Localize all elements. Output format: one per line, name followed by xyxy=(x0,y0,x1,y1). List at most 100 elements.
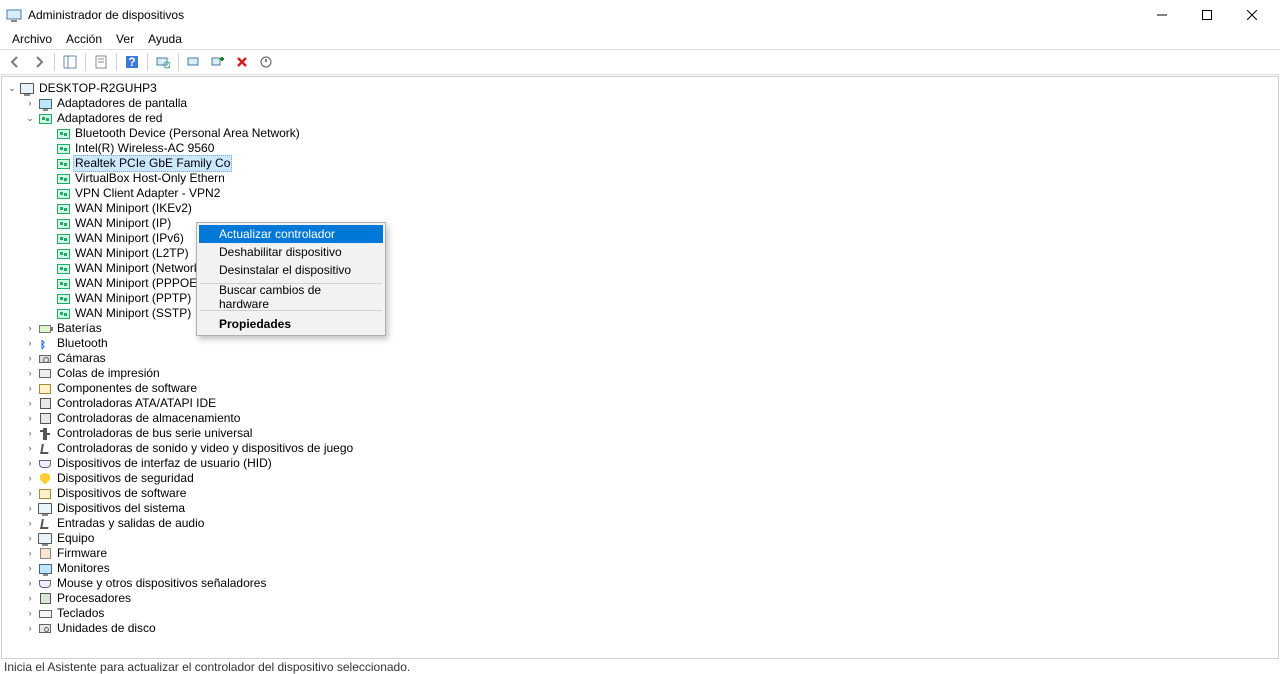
category-ata[interactable]: ›Controladoras ATA/ATAPI IDE xyxy=(2,396,1278,411)
update-driver-button[interactable] xyxy=(182,51,206,73)
expand-icon[interactable]: › xyxy=(24,458,36,470)
context-properties[interactable]: Propiedades xyxy=(199,315,383,333)
context-uninstall-device[interactable]: Desinstalar el dispositivo xyxy=(199,261,383,279)
expand-icon[interactable]: › xyxy=(24,578,36,590)
network-icon xyxy=(55,142,71,156)
usb-icon xyxy=(37,427,53,441)
uninstall-button[interactable] xyxy=(206,51,230,73)
device-vbox[interactable]: VirtualBox Host-Only Ethern xyxy=(2,171,1278,186)
device-wan-ip[interactable]: WAN Miniport (IP) xyxy=(2,216,1278,231)
show-hide-tree-button[interactable] xyxy=(58,51,82,73)
category-computer[interactable]: ›Equipo xyxy=(2,531,1278,546)
maximize-button[interactable] xyxy=(1184,0,1229,29)
category-security[interactable]: ›Dispositivos de seguridad xyxy=(2,471,1278,486)
context-update-driver[interactable]: Actualizar controlador xyxy=(199,225,383,243)
category-audio-io[interactable]: ›Entradas y salidas de audio xyxy=(2,516,1278,531)
category-system[interactable]: ›Dispositivos del sistema xyxy=(2,501,1278,516)
expand-icon[interactable]: › xyxy=(24,608,36,620)
expand-icon[interactable]: › xyxy=(24,623,36,635)
category-storage[interactable]: ›Controladoras de almacenamiento xyxy=(2,411,1278,426)
category-keyboards[interactable]: ›Teclados xyxy=(2,606,1278,621)
category-software-devices[interactable]: ›Dispositivos de software xyxy=(2,486,1278,501)
menu-ver[interactable]: Ver xyxy=(109,30,141,48)
enable-button[interactable] xyxy=(254,51,278,73)
category-software-components[interactable]: ›Componentes de software xyxy=(2,381,1278,396)
context-menu: Actualizar controlador Deshabilitar disp… xyxy=(196,222,386,336)
device-wan-pptp[interactable]: WAN Miniport (PPTP) xyxy=(2,291,1278,306)
expand-icon[interactable]: › xyxy=(24,368,36,380)
expand-icon[interactable]: › xyxy=(24,383,36,395)
category-cameras[interactable]: ›Cámaras xyxy=(2,351,1278,366)
forward-button[interactable] xyxy=(27,51,51,73)
device-wan-sstp[interactable]: WAN Miniport (SSTP) xyxy=(2,306,1278,321)
hid-icon xyxy=(37,457,53,471)
statusbar: Inicia el Asistente para actualizar el c… xyxy=(0,660,1280,674)
expand-icon[interactable]: › xyxy=(24,398,36,410)
category-disks[interactable]: ›Unidades de disco xyxy=(2,621,1278,636)
device-wan-ipv6[interactable]: WAN Miniport (IPv6) xyxy=(2,231,1278,246)
category-monitors[interactable]: ›Monitores xyxy=(2,561,1278,576)
expand-icon[interactable]: › xyxy=(24,488,36,500)
category-mice[interactable]: ›Mouse y otros dispositivos señaladores xyxy=(2,576,1278,591)
network-icon xyxy=(55,202,71,216)
mouse-icon xyxy=(37,577,53,591)
collapse-icon[interactable]: ⌄ xyxy=(6,83,18,95)
expand-icon[interactable]: › xyxy=(24,413,36,425)
expand-icon[interactable]: › xyxy=(24,98,36,110)
menu-ayuda[interactable]: Ayuda xyxy=(141,30,189,48)
expand-icon[interactable]: › xyxy=(24,503,36,515)
context-scan-hardware[interactable]: Buscar cambios de hardware xyxy=(199,288,383,306)
device-wan-ikev2[interactable]: WAN Miniport (IKEv2) xyxy=(2,201,1278,216)
device-wan-pppoe[interactable]: WAN Miniport (PPPOE) xyxy=(2,276,1278,291)
back-button[interactable] xyxy=(3,51,27,73)
category-processors[interactable]: ›Procesadores xyxy=(2,591,1278,606)
network-icon xyxy=(55,262,71,276)
device-wan-netmon[interactable]: WAN Miniport (Network Monitor) xyxy=(2,261,1278,276)
expand-icon[interactable]: › xyxy=(24,473,36,485)
device-bt-pan[interactable]: Bluetooth Device (Personal Area Network) xyxy=(2,126,1278,141)
minimize-button[interactable] xyxy=(1139,0,1184,29)
scan-hardware-button[interactable] xyxy=(151,51,175,73)
menu-accion[interactable]: Acción xyxy=(59,30,109,48)
device-intel-wifi[interactable]: Intel(R) Wireless-AC 9560 xyxy=(2,141,1278,156)
context-disable-device[interactable]: Deshabilitar dispositivo xyxy=(199,243,383,261)
expand-icon[interactable]: › xyxy=(24,323,36,335)
expand-icon[interactable]: › xyxy=(24,428,36,440)
expand-icon[interactable]: › xyxy=(24,338,36,350)
network-icon xyxy=(55,307,71,321)
category-hid[interactable]: ›Dispositivos de interfaz de usuario (HI… xyxy=(2,456,1278,471)
expand-icon[interactable]: › xyxy=(24,443,36,455)
device-vpn[interactable]: VPN Client Adapter - VPN2 xyxy=(2,186,1278,201)
device-tree[interactable]: ⌄ DESKTOP-R2GUHP3 › Adaptadores de panta… xyxy=(1,76,1279,659)
expand-icon[interactable]: › xyxy=(24,548,36,560)
battery-icon xyxy=(37,322,53,336)
expand-icon[interactable]: › xyxy=(24,518,36,530)
ata-icon xyxy=(37,397,53,411)
help-button[interactable]: ? xyxy=(120,51,144,73)
close-button[interactable] xyxy=(1229,0,1274,29)
category-usb[interactable]: ›Controladoras de bus serie universal xyxy=(2,426,1278,441)
properties-button[interactable] xyxy=(89,51,113,73)
device-realtek[interactable]: Realtek PCIe GbE Family Co xyxy=(2,156,1278,171)
expand-icon[interactable]: › xyxy=(24,533,36,545)
root-node[interactable]: ⌄ DESKTOP-R2GUHP3 xyxy=(2,81,1278,96)
expand-icon[interactable]: › xyxy=(24,563,36,575)
category-display-adapters[interactable]: › Adaptadores de pantalla xyxy=(2,96,1278,111)
category-print-queues[interactable]: ›Colas de impresión xyxy=(2,366,1278,381)
device-wan-l2tp[interactable]: WAN Miniport (L2TP) xyxy=(2,246,1278,261)
titlebar: Administrador de dispositivos xyxy=(0,0,1280,29)
collapse-icon[interactable]: ⌄ xyxy=(24,113,36,125)
expand-icon[interactable]: › xyxy=(24,593,36,605)
category-sound[interactable]: ›Controladoras de sonido y video y dispo… xyxy=(2,441,1278,456)
category-firmware[interactable]: ›Firmware xyxy=(2,546,1278,561)
disable-button[interactable] xyxy=(230,51,254,73)
processor-icon xyxy=(37,592,53,606)
expand-icon[interactable]: › xyxy=(24,353,36,365)
window-title: Administrador de dispositivos xyxy=(28,8,1139,22)
menu-archivo[interactable]: Archivo xyxy=(5,30,59,48)
category-bluetooth[interactable]: ›ᛒBluetooth xyxy=(2,336,1278,351)
storage-icon xyxy=(37,412,53,426)
printer-icon xyxy=(37,367,53,381)
category-network-adapters[interactable]: ⌄ Adaptadores de red xyxy=(2,111,1278,126)
category-batteries[interactable]: ›Baterías xyxy=(2,321,1278,336)
